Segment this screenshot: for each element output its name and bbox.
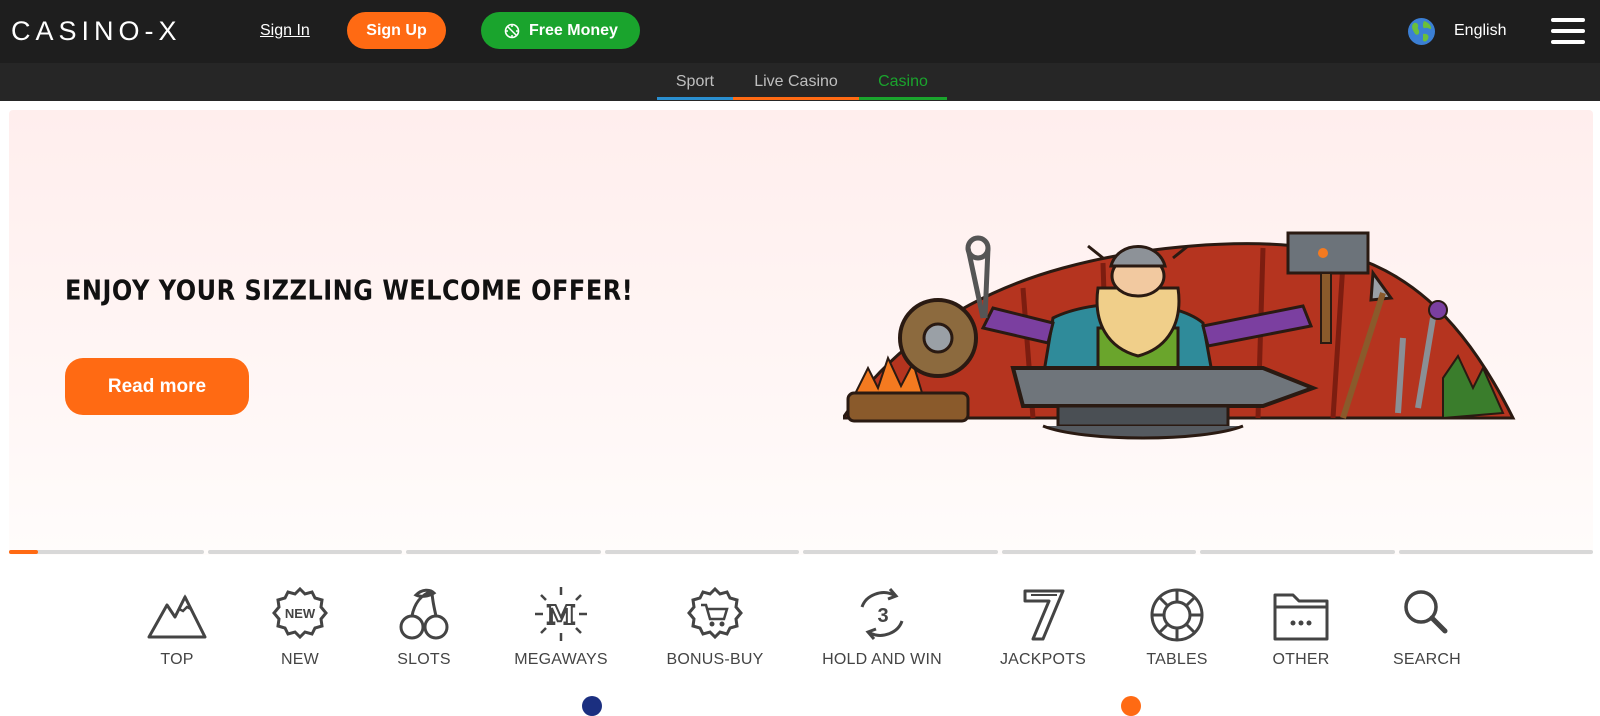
tab-casino-underline <box>859 97 947 100</box>
category-top[interactable]: TOP <box>107 585 247 669</box>
category-jackpots[interactable]: JACKPOTS <box>973 585 1113 669</box>
hold-and-win-icon: 3 <box>860 588 904 640</box>
promo-banner[interactable]: ENJOY YOUR SIZZLING WELCOME OFFER! Read … <box>9 110 1593 555</box>
carousel-segment[interactable] <box>9 550 204 554</box>
new-badge-icon: NEW <box>272 586 328 640</box>
search-icon <box>1404 590 1448 634</box>
cherries-icon <box>399 588 449 640</box>
sign-in-link[interactable]: Sign In <box>260 20 310 42</box>
top-bar: CASINO-X Sign In Sign Up Free Money Engl… <box>0 0 1600 63</box>
category-new[interactable]: NEW NEW <box>230 585 370 669</box>
language-selector[interactable]: English <box>1454 20 1506 42</box>
free-money-button[interactable]: Free Money <box>481 12 640 49</box>
folder-icon <box>1273 593 1329 641</box>
category-other[interactable]: OTHER <box>1231 585 1371 669</box>
menu-icon[interactable] <box>1551 17 1585 45</box>
carousel-segment[interactable] <box>406 550 601 554</box>
category-megaways[interactable]: M MEGAWAYS <box>491 585 631 669</box>
logo[interactable]: CASINO-X <box>11 14 182 48</box>
carousel-segment[interactable] <box>1200 550 1395 554</box>
svg-text:3: 3 <box>877 605 888 627</box>
carousel-segment[interactable] <box>1001 550 1196 554</box>
category-hold-and-win[interactable]: 3 HOLD AND WIN <box>812 585 952 669</box>
category-nav: TOP NEW NEW SLOTS M MEGAWAYS BONUS-BUY 3… <box>0 585 1600 685</box>
carousel-segment[interactable] <box>604 550 799 554</box>
game-provider-badge <box>582 696 602 716</box>
category-tables[interactable]: TABLES <box>1107 585 1247 669</box>
carousel-progress <box>9 550 1593 555</box>
seven-icon <box>1023 589 1065 641</box>
tab-casino[interactable]: Casino <box>859 63 947 101</box>
category-search[interactable]: SEARCH <box>1357 585 1497 669</box>
banner-headline: ENJOY YOUR SIZZLING WELCOME OFFER! <box>65 274 634 307</box>
mountain-icon <box>147 594 207 639</box>
tab-live-casino[interactable]: Live Casino <box>733 63 859 101</box>
cart-badge-icon <box>687 586 743 640</box>
chip-icon <box>1150 588 1204 642</box>
tab-live-casino-underline <box>733 97 859 100</box>
tab-sport[interactable]: Sport <box>657 63 733 101</box>
globe-icon[interactable] <box>1407 17 1436 46</box>
svg-text:M: M <box>547 601 576 631</box>
game-provider-badge <box>1121 696 1141 716</box>
category-slots[interactable]: SLOTS <box>354 585 494 669</box>
free-money-label: Free Money <box>529 21 618 39</box>
sign-up-button[interactable]: Sign Up <box>347 12 446 49</box>
carousel-segment[interactable] <box>1398 550 1593 554</box>
carousel-segment-fill <box>9 550 39 554</box>
gift-icon <box>504 23 520 38</box>
category-bonus-buy[interactable]: BONUS-BUY <box>645 585 785 669</box>
viking-blacksmith-illustration <box>843 231 1516 440</box>
read-more-button[interactable]: Read more <box>65 358 249 415</box>
carousel-segment[interactable] <box>207 550 402 554</box>
carousel-segment[interactable] <box>803 550 998 554</box>
svg-text:NEW: NEW <box>285 606 316 621</box>
megaways-icon: M <box>535 587 587 641</box>
tab-sport-underline <box>657 97 733 100</box>
product-nav: Sport Live Casino Casino <box>0 63 1600 101</box>
